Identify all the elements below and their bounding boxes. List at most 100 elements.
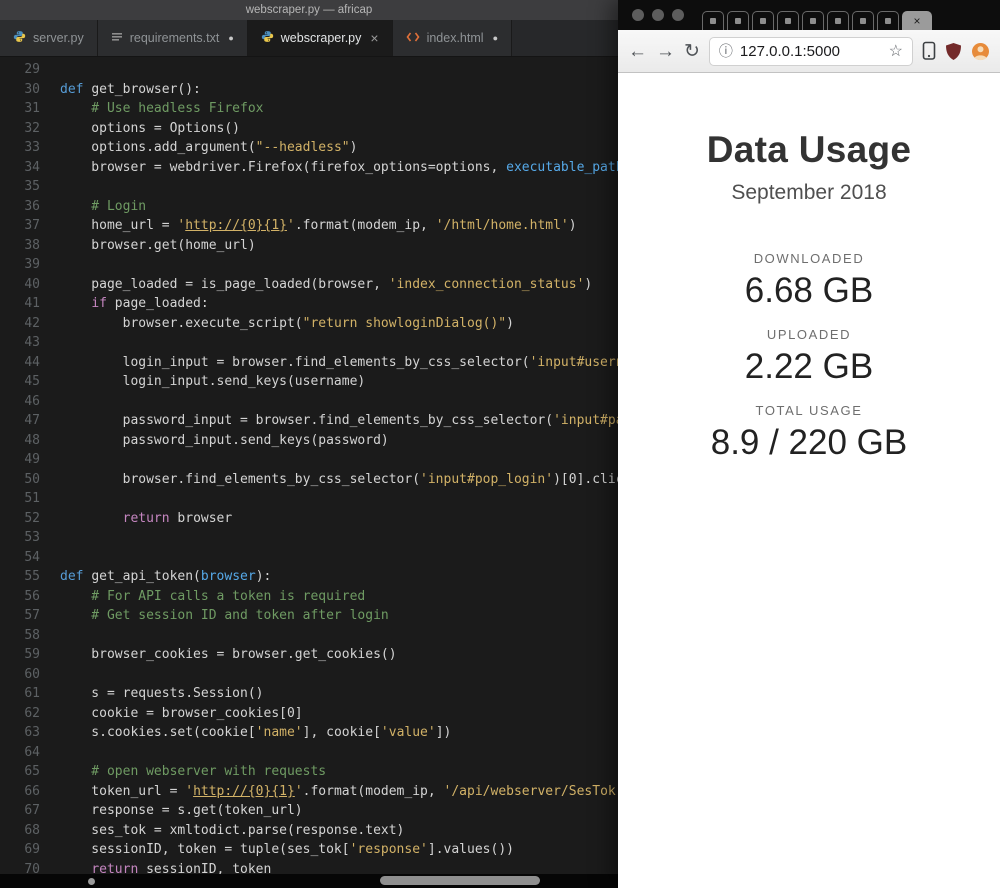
- line-number: 51: [24, 491, 40, 506]
- line-number: 61: [24, 686, 40, 701]
- stat-value: 8.9 / 220 GB: [710, 423, 908, 462]
- code-line: 63 s.cookies.set(cookie['name'], cookie[…: [0, 723, 618, 743]
- editor-tab-server.py[interactable]: server.py: [0, 20, 98, 56]
- code-editor-window: webscraper.py — africap server.py require…: [0, 0, 618, 888]
- code-text: response = s.get(token_url): [60, 803, 303, 818]
- tab-favicon: [810, 18, 816, 24]
- code-line: 66 token_url = 'http://{0}{1}'.format(mo…: [0, 782, 618, 802]
- scrollbar-thumb[interactable]: [380, 876, 540, 885]
- tab-label: webscraper.py: [280, 31, 362, 45]
- code-line: 47 password_input = browser.find_element…: [0, 411, 618, 431]
- code-line: 65 # open webserver with requests: [0, 762, 618, 782]
- code-text: options.add_argument("--headless"): [60, 140, 358, 155]
- code-line: 35: [0, 177, 618, 197]
- line-number: 40: [24, 276, 40, 292]
- browser-tab[interactable]: [777, 11, 799, 30]
- editor-tab-requirements.txt[interactable]: requirements.txt ●: [97, 20, 248, 56]
- line-number: 47: [24, 413, 40, 428]
- line-number: 34: [24, 159, 40, 175]
- tab-favicon: [785, 18, 791, 24]
- minimize-window-button[interactable]: [652, 9, 664, 21]
- line-number: 33: [24, 140, 40, 155]
- code-line: 48 password_input.send_keys(password): [0, 431, 618, 451]
- tab-label: requirements.txt: [129, 31, 220, 45]
- code-text: # open webserver with requests: [60, 764, 327, 779]
- stat-label: TOTAL USAGE: [755, 403, 863, 418]
- line-number: 63: [24, 725, 40, 740]
- browser-tab[interactable]: [727, 11, 749, 30]
- code-line: 39: [0, 255, 618, 275]
- stat-block: TOTAL USAGE 8.9 / 220 GB: [618, 403, 1000, 463]
- tab-label: server.py: [33, 31, 84, 45]
- line-number: 35: [24, 179, 40, 194]
- editor-tab-index.html[interactable]: index.html ●: [392, 20, 512, 56]
- line-number: 32: [24, 120, 40, 136]
- back-icon[interactable]: ←: [628, 42, 647, 61]
- editor-tab-webscraper.py[interactable]: webscraper.py ×: [247, 20, 393, 56]
- line-number: 60: [24, 666, 40, 682]
- dot-indicator: [88, 878, 95, 885]
- code-line: 36 # Login: [0, 197, 618, 217]
- close-tab-icon[interactable]: ×: [370, 30, 378, 46]
- page-title: Data Usage: [706, 129, 912, 170]
- code-line: 31 # Use headless Firefox: [0, 99, 618, 119]
- site-info-icon[interactable]: ⓘ: [719, 41, 733, 61]
- python-file-icon: [261, 30, 274, 46]
- line-number: 38: [24, 237, 40, 253]
- stat-block: DOWNLOADED 6.68 GB: [618, 251, 1000, 311]
- browser-tab[interactable]: ×: [902, 11, 932, 30]
- reload-icon[interactable]: ↻: [684, 42, 700, 61]
- stat-label: DOWNLOADED: [753, 251, 865, 266]
- code-text: # Use headless Firefox: [60, 101, 264, 116]
- code-line: 34 browser = webdriver.Firefox(firefox_o…: [0, 158, 618, 178]
- address-bar[interactable]: ⓘ 127.0.0.1:5000 ☆: [708, 36, 913, 66]
- phone-extension-icon[interactable]: [922, 41, 936, 61]
- line-number: 31: [24, 101, 40, 116]
- tab-favicon: [885, 18, 891, 24]
- code-text: # Get session ID and token after login: [60, 608, 389, 623]
- close-window-button[interactable]: [632, 9, 644, 21]
- code-line: 64: [0, 743, 618, 763]
- browser-tab[interactable]: [877, 11, 899, 30]
- forward-icon[interactable]: →: [656, 42, 675, 61]
- code-text: browser.execute_script("return showlogin…: [60, 315, 514, 331]
- code-text: def get_browser():: [60, 81, 201, 97]
- shield-extension-icon[interactable]: [945, 42, 962, 61]
- line-number: 39: [24, 257, 40, 272]
- page-content: Data Usage September 2018 DOWNLOADED 6.68…: [618, 73, 1000, 463]
- text-file-icon: [111, 30, 123, 46]
- line-number: 48: [24, 432, 40, 448]
- avatar-icon[interactable]: [971, 42, 990, 61]
- line-number: 42: [24, 315, 40, 331]
- stat-label: UPLOADED: [766, 327, 852, 342]
- editor-title-bar: webscraper.py — africap: [0, 0, 618, 20]
- browser-tab[interactable]: [702, 11, 724, 30]
- tab-close-icon[interactable]: ×: [913, 15, 920, 27]
- zoom-window-button[interactable]: [672, 9, 684, 21]
- stat-value: 6.68 GB: [744, 271, 874, 310]
- code-line: 44 login_input = browser.find_elements_b…: [0, 353, 618, 373]
- browser-tab[interactable]: [752, 11, 774, 30]
- code-line: 43: [0, 333, 618, 353]
- code-text: def get_api_token(browser):: [60, 569, 272, 584]
- code-line: 61 s = requests.Session(): [0, 684, 618, 704]
- modified-dot-icon: ●: [228, 33, 234, 43]
- code-line: 56 # For API calls a token is required: [0, 587, 618, 607]
- browser-tab[interactable]: [802, 11, 824, 30]
- line-number: 53: [24, 530, 40, 545]
- browser-tab[interactable]: [852, 11, 874, 30]
- browser-toolbar: ← → ↻ ⓘ 127.0.0.1:5000 ☆: [618, 30, 1000, 73]
- code-text: token_url = 'http://{0}{1}'.format(modem…: [60, 783, 616, 799]
- code-text: if page_loaded:: [91, 296, 209, 311]
- code-line: 29: [0, 60, 618, 80]
- line-number: 44: [24, 354, 40, 370]
- code-area[interactable]: 29 30 def get_browser(): 31 # Use headless …: [0, 57, 618, 879]
- code-line: 52 return browser: [0, 509, 618, 529]
- browser-tab[interactable]: [827, 11, 849, 30]
- code-line: 32 options = Options(): [0, 119, 618, 139]
- code-text: browser.find_elements_by_css_selector('i…: [60, 471, 618, 487]
- code-text: password_input.send_keys(password): [60, 432, 389, 448]
- bookmark-star-icon[interactable]: ☆: [889, 41, 903, 61]
- code-line: 45 login_input.send_keys(username): [0, 372, 618, 392]
- line-number: 49: [24, 452, 40, 467]
